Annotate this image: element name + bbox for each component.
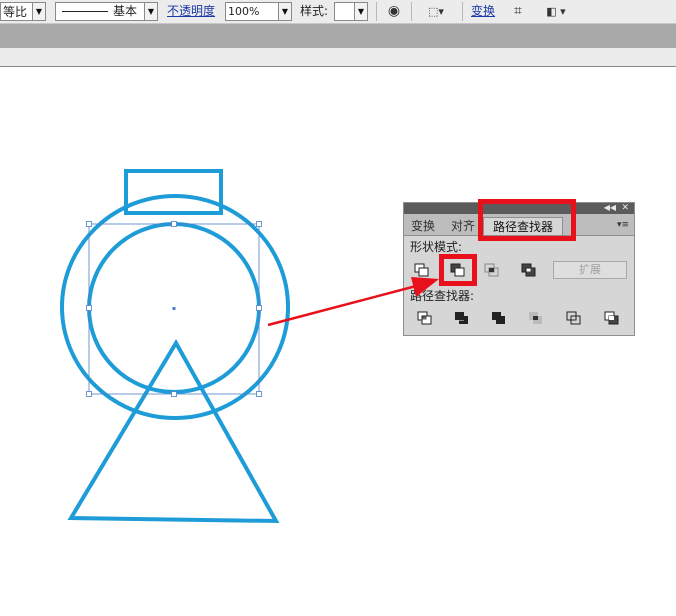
panel-menu-icon[interactable]: ▾≡ <box>617 219 629 231</box>
tab-transform[interactable]: 变换 <box>411 217 435 235</box>
toolbar-divider <box>411 2 412 21</box>
style-dropdown[interactable]: ▼ <box>334 2 368 21</box>
panel-title-bar[interactable]: ◀◀ ✕ <box>404 203 634 214</box>
opacity-dropdown[interactable]: 100% ▼ <box>225 2 292 21</box>
stroke-style-label: 基本 <box>113 4 138 18</box>
close-icon[interactable]: ✕ <box>621 202 629 214</box>
style-label: 样式: <box>300 4 329 18</box>
chevron-down-icon: ▼ <box>354 3 367 20</box>
selection-handle[interactable] <box>171 221 177 227</box>
control-bar: 等比 ▼ 基本 ▼ 不透明度 100% ▼ 样式: ▼ ◉ ⬚▾ 变换 ⌗ ◧ … <box>0 0 676 24</box>
artwork-rectangle[interactable] <box>124 169 223 215</box>
tab-align[interactable]: 对齐 <box>451 217 475 235</box>
align-dropdown-icon[interactable]: ⬚▾ <box>422 2 450 21</box>
document-tab-bar <box>0 24 676 48</box>
intersect-icon[interactable] <box>482 261 502 279</box>
chevron-down-icon: ▼ <box>278 3 291 20</box>
unite-icon[interactable] <box>412 261 432 279</box>
divide-icon[interactable] <box>415 309 435 327</box>
collapse-icon[interactable]: ◀◀ <box>604 202 616 214</box>
opacity-link[interactable]: 不透明度 <box>167 2 215 21</box>
selection-handle[interactable] <box>86 305 92 311</box>
globe-icon[interactable]: ◉ <box>384 2 404 21</box>
stroke-line-icon <box>62 11 108 12</box>
toolbar-divider <box>462 2 463 21</box>
outline-icon[interactable] <box>564 309 584 327</box>
stroke-style-dropdown[interactable]: 基本 ▼ <box>55 2 158 21</box>
selection-handle[interactable] <box>86 221 92 227</box>
pathfinder-panel: ◀◀ ✕ 变换 对齐 路径查找器 ▾≡ 形状模式: 扩展 路径查找器: <box>403 202 635 336</box>
tab-pathfinder[interactable]: 路径查找器 <box>483 217 563 235</box>
expand-button[interactable]: 扩展 <box>553 261 627 279</box>
shape-modes-label: 形状模式: <box>410 240 463 254</box>
crop-icon[interactable] <box>526 309 546 327</box>
isolate-icon[interactable]: ⌗ <box>507 2 529 21</box>
arrange-icon[interactable]: ◧ ▾ <box>538 2 574 21</box>
ruler <box>0 48 676 67</box>
opacity-value: 100% <box>228 5 260 18</box>
profile-dropdown[interactable]: 等比 ▼ <box>0 2 46 21</box>
merge-icon[interactable] <box>489 309 509 327</box>
transform-link[interactable]: 变换 <box>471 2 495 21</box>
trim-icon[interactable] <box>452 309 472 327</box>
artboard-canvas[interactable] <box>0 67 676 616</box>
toolbar-divider <box>376 2 377 21</box>
selection-handle[interactable] <box>256 221 262 227</box>
profile-value: 等比 <box>3 5 28 19</box>
minus-back-icon[interactable] <box>602 309 622 327</box>
artwork <box>60 169 290 524</box>
selection-center-point <box>172 307 176 310</box>
selection-handle[interactable] <box>86 391 92 397</box>
selection-handle[interactable] <box>171 391 177 397</box>
panel-tab-bar: 变换 对齐 路径查找器 ▾≡ <box>404 214 634 236</box>
exclude-icon[interactable] <box>519 261 539 279</box>
chevron-down-icon: ▼ <box>144 3 157 20</box>
pathfinders-label: 路径查找器: <box>410 289 475 303</box>
artwork-triangle[interactable] <box>67 339 280 524</box>
selection-handle[interactable] <box>256 305 262 311</box>
chevron-down-icon: ▼ <box>32 3 45 20</box>
selection-handle[interactable] <box>256 391 262 397</box>
minus-front-icon[interactable] <box>448 261 468 279</box>
